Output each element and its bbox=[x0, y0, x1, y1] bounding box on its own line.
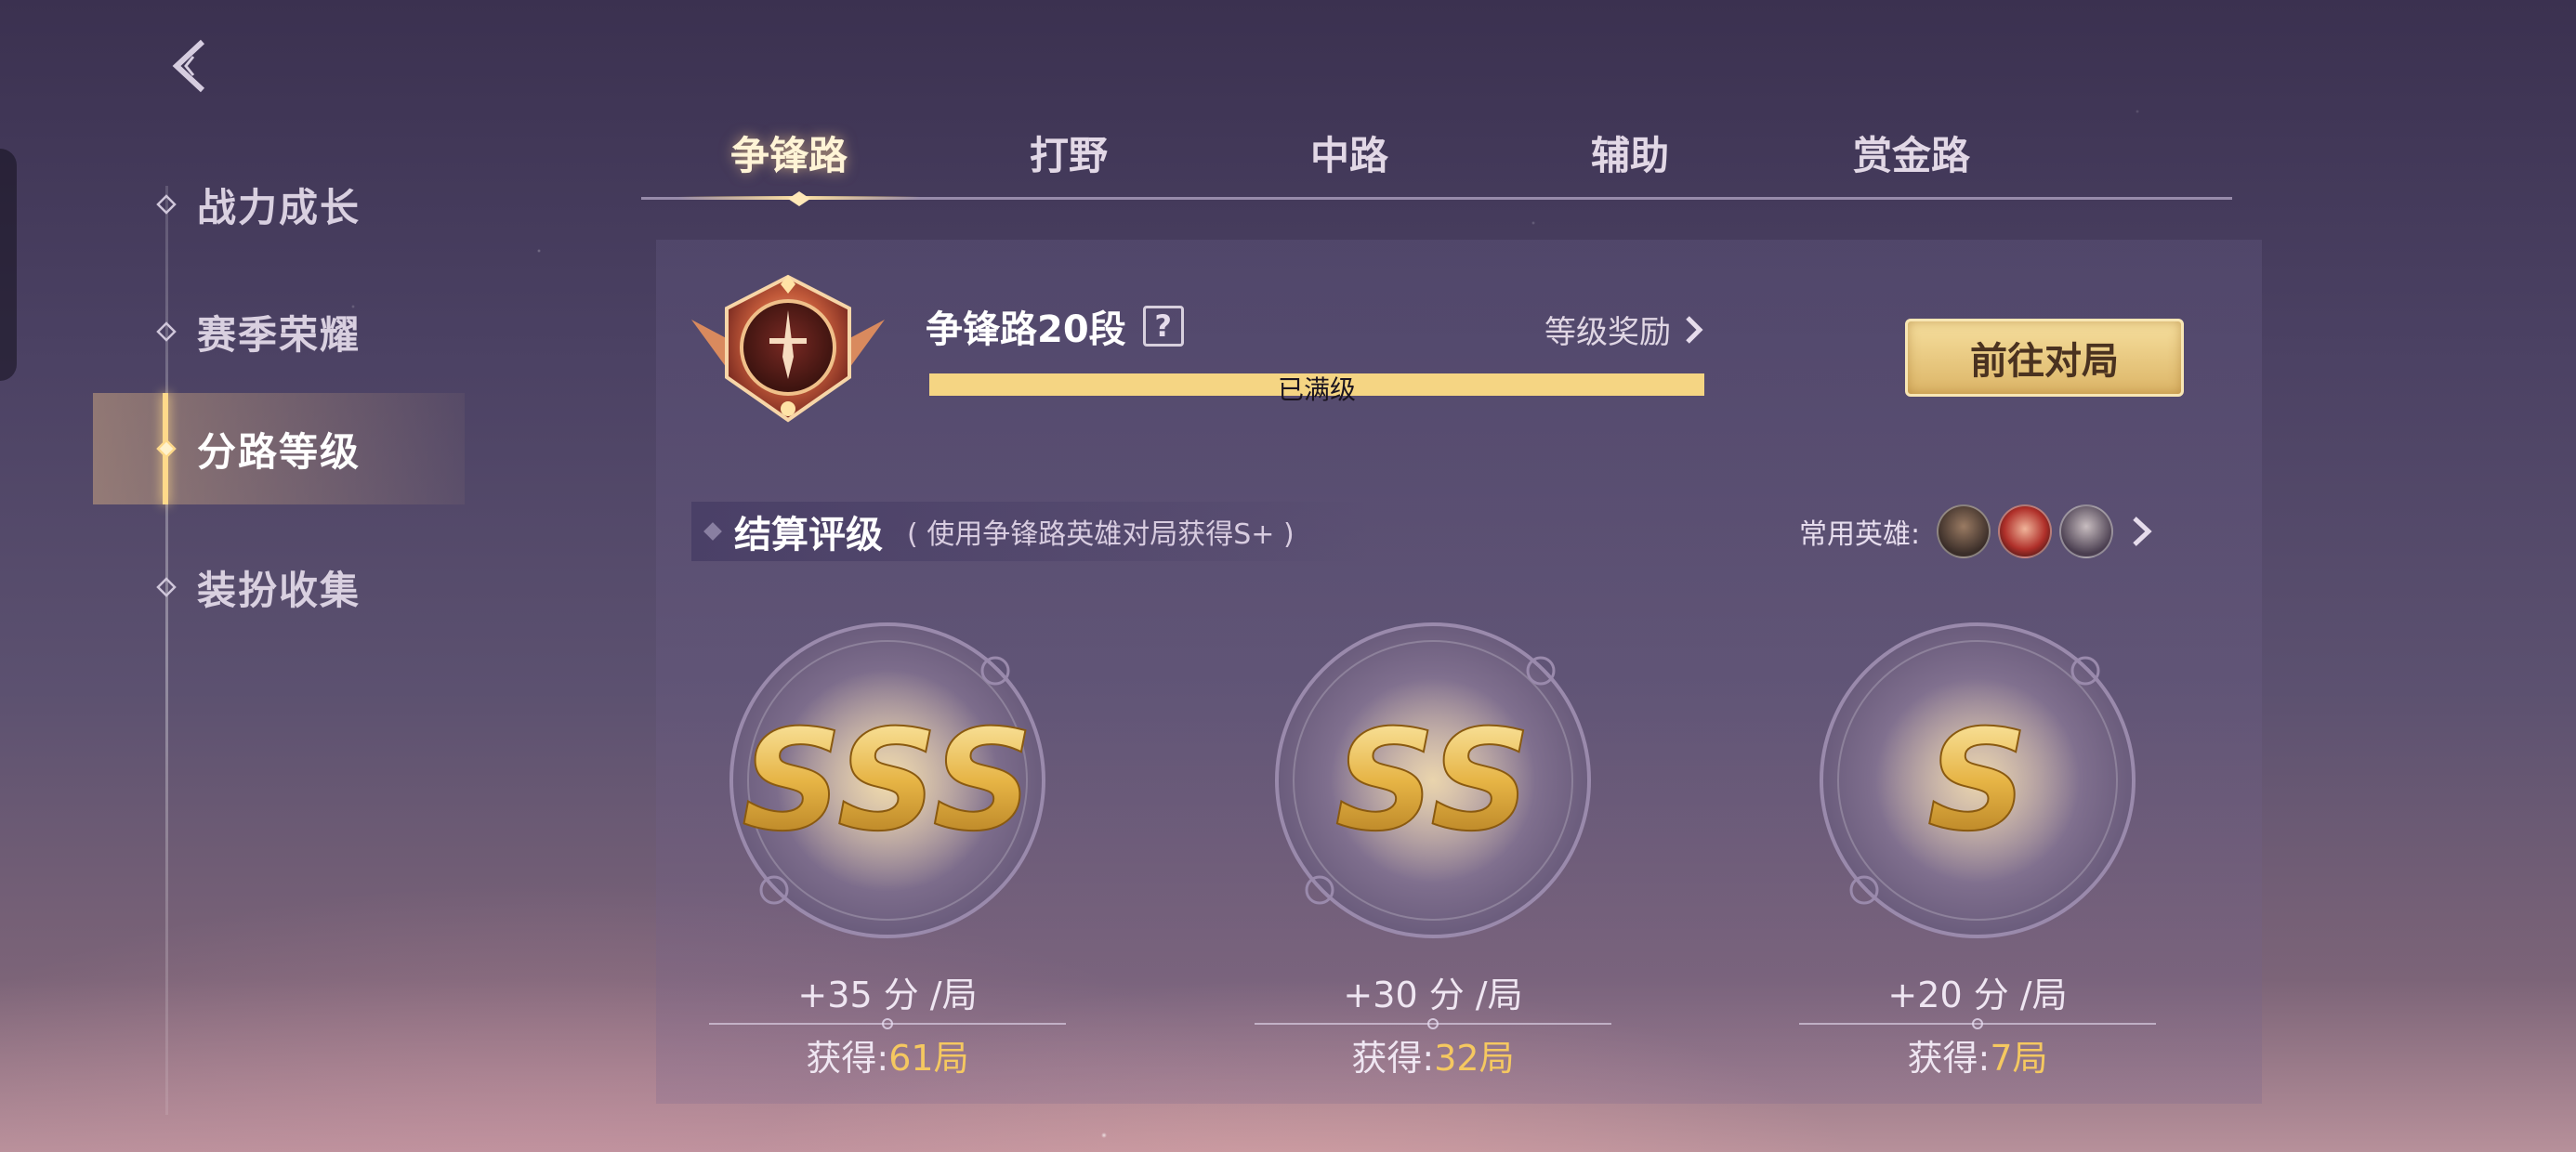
go-to-match-button[interactable]: 前往对局 bbox=[1905, 319, 2184, 397]
rating-title: 结算评级 bbox=[734, 514, 883, 556]
chevron-right-icon[interactable] bbox=[2128, 513, 2156, 550]
diamond-icon bbox=[156, 439, 177, 459]
lane-rank-emblem bbox=[691, 274, 885, 423]
lane-rank-text: 争锋路20段 bbox=[926, 308, 1126, 351]
tab-farm-lane[interactable]: 赏金路 bbox=[1853, 124, 1970, 181]
hero-avatar[interactable] bbox=[2059, 504, 2114, 558]
sidebar-item-label: 装扮收集 bbox=[197, 567, 361, 613]
grade-divider bbox=[1799, 1018, 2156, 1029]
level-reward-label: 等级奖励 bbox=[1544, 314, 1671, 351]
grade-medal-s: S bbox=[1820, 622, 2136, 938]
hero-avatar[interactable] bbox=[1998, 504, 2053, 558]
diamond-icon bbox=[156, 577, 177, 597]
earned-label: 获得: bbox=[1907, 1038, 1991, 1079]
earned-label: 获得: bbox=[1351, 1038, 1435, 1079]
grade-score: +35 分 /局 bbox=[797, 975, 978, 1015]
sidebar-item-label: 赛季荣耀 bbox=[197, 311, 361, 358]
lane-tabs: 争锋路 打野 中路 辅助 赏金路 bbox=[641, 111, 2232, 214]
chevron-right-icon bbox=[1686, 315, 1703, 344]
grade-score: +30 分 /局 bbox=[1343, 975, 1523, 1015]
lane-progress-bar: 已满级 bbox=[929, 373, 1704, 405]
earned-value: 7局 bbox=[1990, 1038, 2048, 1079]
tab-jungle[interactable]: 打野 bbox=[1030, 124, 1108, 181]
earned-value: 32局 bbox=[1434, 1038, 1515, 1079]
help-icon[interactable]: ? bbox=[1142, 306, 1184, 347]
grade-letter: SSS bbox=[742, 700, 1032, 862]
sidebar-item-power-growth[interactable]: 战力成长 bbox=[93, 149, 465, 260]
sidebar-item-label: 分路等级 bbox=[197, 428, 361, 475]
back-arrow-icon bbox=[172, 39, 205, 93]
lane-rank-title: 争锋路20段 ? bbox=[926, 299, 1184, 353]
grade-letter: SS bbox=[1335, 700, 1531, 862]
sidebar: 战力成长 赛季荣耀 分路等级 装扮收集 bbox=[93, 149, 465, 1115]
progress-text: 已满级 bbox=[1277, 374, 1356, 405]
grade-score: +20 分 /局 bbox=[1887, 975, 2068, 1015]
sidebar-item-label: 战力成长 bbox=[197, 184, 361, 230]
tab-support[interactable]: 辅助 bbox=[1591, 124, 1669, 181]
diamond-icon bbox=[703, 522, 722, 541]
diamond-icon bbox=[156, 321, 177, 342]
edge-handle bbox=[0, 149, 17, 381]
grade-medal-ss: SS bbox=[1275, 622, 1591, 938]
sidebar-item-season-glory[interactable]: 赛季荣耀 bbox=[93, 276, 465, 387]
tab-top-lane[interactable]: 争锋路 bbox=[730, 124, 848, 181]
back-button[interactable] bbox=[158, 33, 223, 98]
grade-earned: 获得:61局 bbox=[720, 1029, 1055, 1080]
grade-divider bbox=[709, 1018, 1066, 1029]
grade-medal-sss: SSS bbox=[729, 622, 1045, 938]
common-heroes: 常用英雄: bbox=[1799, 502, 2156, 561]
earned-label: 获得: bbox=[806, 1038, 889, 1079]
grade-letter: S bbox=[1927, 700, 2028, 862]
grade-earned: 获得:7局 bbox=[1810, 1029, 2145, 1080]
hero-avatar[interactable] bbox=[1937, 504, 1991, 558]
rating-section-header: 结算评级 ( 使用争锋路英雄对局获得S+ ) bbox=[691, 502, 1370, 561]
level-reward-link[interactable]: 等级奖励 bbox=[1544, 307, 1704, 352]
earned-value: 61局 bbox=[888, 1038, 969, 1079]
active-tab-indicator bbox=[678, 191, 920, 206]
tab-mid-lane[interactable]: 中路 bbox=[1310, 124, 1388, 181]
diamond-icon bbox=[156, 194, 177, 215]
sidebar-item-lane-level[interactable]: 分路等级 bbox=[93, 393, 465, 504]
grade-earned: 获得:32局 bbox=[1266, 1029, 1600, 1080]
common-heroes-label: 常用英雄: bbox=[1799, 518, 1921, 551]
rating-subtitle: ( 使用争锋路英雄对局获得S+ ) bbox=[907, 518, 1295, 551]
grade-divider bbox=[1255, 1018, 1611, 1029]
sidebar-item-skin-collection[interactable]: 装扮收集 bbox=[93, 531, 465, 643]
